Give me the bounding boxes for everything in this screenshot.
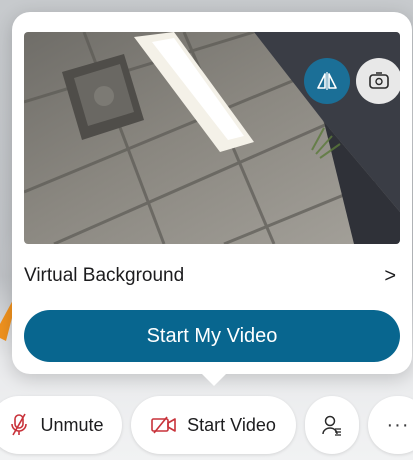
camera-preview-image (24, 32, 400, 244)
video-camera-off-icon (151, 416, 176, 434)
popover-tail (196, 368, 232, 386)
start-video-label: Start Video (187, 414, 276, 435)
unmute-label: Unmute (40, 414, 104, 435)
more-options-icon: ··· (386, 413, 410, 436)
camera-switch-icon (369, 72, 389, 89)
start-my-video-button[interactable]: Start My Video (24, 310, 400, 362)
video-preview-popover: Virtual Background > Start My Video (12, 12, 412, 374)
switch-camera-button[interactable] (356, 58, 400, 104)
virtual-background-label: Virtual Background (24, 265, 185, 286)
camera-preview (24, 32, 400, 244)
start-video-button[interactable]: Start Video (131, 396, 296, 454)
unmute-button[interactable]: Unmute (0, 396, 122, 454)
chevron-right-icon: > (384, 264, 396, 287)
virtual-background-row[interactable]: Virtual Background > (12, 260, 412, 292)
mirror-video-button[interactable] (304, 58, 350, 104)
participants-icon (322, 415, 341, 436)
microphone-muted-icon (11, 413, 28, 436)
mirror-flip-icon (317, 72, 337, 90)
participants-button[interactable] (305, 396, 359, 454)
